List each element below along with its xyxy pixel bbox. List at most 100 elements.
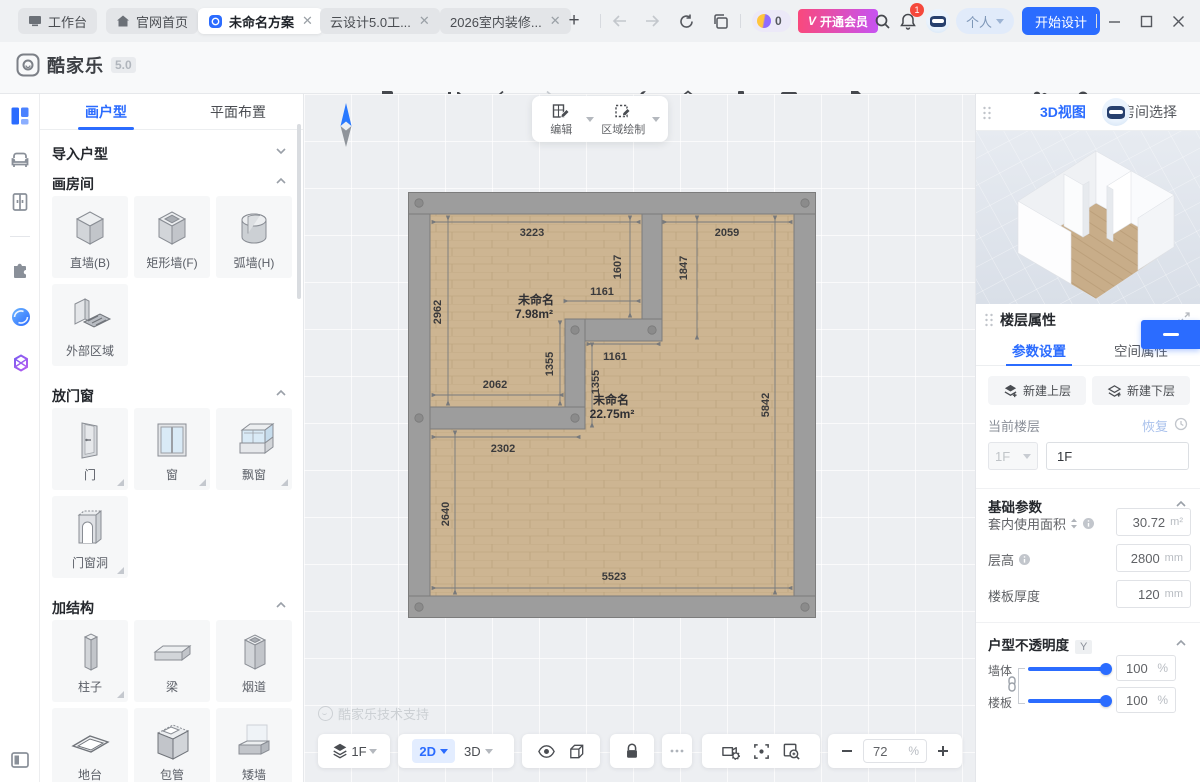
floor-name-field[interactable] xyxy=(1046,442,1189,470)
tool-opening[interactable]: 门窗洞 xyxy=(52,496,128,578)
floor-selector[interactable]: 1F xyxy=(318,734,390,768)
account-menu[interactable]: 个人 xyxy=(956,8,1014,34)
slider-knob[interactable] xyxy=(1100,663,1112,675)
zoom-in-button[interactable] xyxy=(934,738,952,764)
floorplan-mode-icon[interactable] xyxy=(10,106,30,126)
chevron-up-icon[interactable] xyxy=(1176,639,1186,649)
wall-opacity-slider[interactable] xyxy=(1028,667,1106,671)
restore-link[interactable]: 恢复 xyxy=(1142,416,1168,435)
slab-thickness-field[interactable]: mm xyxy=(1116,580,1191,608)
panel-toggle-icon[interactable] xyxy=(10,750,30,770)
info-icon[interactable] xyxy=(1082,517,1095,530)
tool-pipe-wrap[interactable]: 包管 xyxy=(134,708,210,782)
usable-area-field[interactable]: m² xyxy=(1116,508,1191,536)
tool-arc-wall[interactable]: 弧墙(H) xyxy=(216,196,292,278)
new-tab-button[interactable]: + xyxy=(560,8,588,34)
chevron-up-icon[interactable] xyxy=(276,389,286,399)
section-doors-windows[interactable]: 放门窗 xyxy=(52,386,94,406)
new-lower-floor-button[interactable]: 新建下层 xyxy=(1092,376,1190,405)
tool-straight-wall[interactable]: 直墙(B) xyxy=(52,196,128,278)
kujiale-logo[interactable]: 酷家乐 5.0 xyxy=(16,52,136,78)
floorplan-drawing[interactable]: 3223 2059 1607 1847 1161 2962 1355 2062 … xyxy=(408,192,816,618)
furnish-mode-icon[interactable] xyxy=(10,150,30,170)
collapse-flyout-button[interactable] xyxy=(1141,320,1200,349)
plugins-icon[interactable] xyxy=(10,260,30,280)
tab-parameter-settings[interactable]: 参数设置 xyxy=(1012,334,1066,365)
section-import-floorplan[interactable]: 导入户型 xyxy=(52,144,108,164)
close-tab-icon[interactable]: ✕ xyxy=(302,13,313,29)
tool-rect-wall[interactable]: 矩形墙(F) xyxy=(134,196,210,278)
usable-area-input[interactable] xyxy=(1124,514,1167,531)
assistant-avatar[interactable] xyxy=(1102,98,1130,126)
material-sphere-icon[interactable] xyxy=(10,306,30,326)
floor-height-field[interactable]: mm xyxy=(1116,544,1191,572)
zoom-out-button[interactable] xyxy=(838,738,856,764)
chevron-up-icon[interactable] xyxy=(276,601,286,611)
tab-plane-layout[interactable]: 平面布置 xyxy=(172,94,304,130)
section-draw-rooms[interactable]: 画房间 xyxy=(52,174,94,194)
more-tools-handle[interactable] xyxy=(662,734,692,768)
slider-knob[interactable] xyxy=(1100,695,1112,707)
zoom-level-input[interactable] xyxy=(871,743,901,760)
tab-cloud-design[interactable]: 云设计5.0工... ✕ xyxy=(320,8,440,34)
drag-handle-icon[interactable] xyxy=(982,106,992,120)
nav-forward-icon[interactable] xyxy=(642,11,662,31)
nav-back-icon[interactable] xyxy=(610,11,630,31)
chevron-down-icon[interactable] xyxy=(586,117,594,122)
zoom-area-icon[interactable] xyxy=(777,738,805,764)
slab-opacity-input[interactable] xyxy=(1124,692,1157,709)
floorplan-canvas[interactable]: 编辑 区域绘制 xyxy=(304,94,975,782)
copy-page-icon[interactable] xyxy=(710,11,730,31)
slab-opacity-field[interactable]: % xyxy=(1116,687,1176,713)
3d-preview[interactable] xyxy=(976,131,1200,304)
new-upper-floor-button[interactable]: 新建上层 xyxy=(988,376,1086,405)
tool-beam[interactable]: 梁 xyxy=(134,620,210,702)
start-design-button[interactable]: 开始设计 xyxy=(1022,7,1100,35)
floor-name-input[interactable] xyxy=(1055,448,1180,465)
window-maximize-button[interactable] xyxy=(1136,11,1156,31)
mode-2d-button[interactable]: 2D xyxy=(412,739,455,763)
focus-center-icon[interactable] xyxy=(747,738,775,764)
camera-settings-icon[interactable] xyxy=(717,738,745,764)
wall-opacity-input[interactable] xyxy=(1124,660,1157,677)
floor-height-input[interactable] xyxy=(1124,550,1162,567)
tab-homepage[interactable]: 官网首页 xyxy=(106,8,198,34)
tab-workbench[interactable]: 工作台 xyxy=(18,8,97,34)
tab-draw-floorplan[interactable]: 画户型 xyxy=(40,94,172,130)
tool-column[interactable]: 柱子 xyxy=(52,620,128,702)
chevron-up-icon[interactable] xyxy=(276,177,286,187)
visibility-eye-icon[interactable] xyxy=(532,738,560,764)
tool-window[interactable]: 窗 xyxy=(134,408,210,490)
floor-select[interactable]: 1F xyxy=(988,442,1038,470)
tab-unnamed-plan[interactable]: 未命名方案 ✕ xyxy=(198,8,323,34)
drag-handle-icon[interactable] xyxy=(984,313,994,327)
chevron-down-icon[interactable] xyxy=(652,117,660,122)
tab-3d-view[interactable]: 3D视图 xyxy=(1040,94,1086,130)
mode-3d-button[interactable]: 3D xyxy=(457,739,500,763)
coin-balance[interactable]: 0 xyxy=(752,10,791,32)
panel-scrollbar[interactable] xyxy=(297,124,301,299)
north-compass-icon[interactable] xyxy=(338,102,354,148)
tool-platform[interactable]: 地台 xyxy=(52,708,128,782)
section-add-structure[interactable]: 加结构 xyxy=(52,598,94,618)
info-icon[interactable] xyxy=(1018,553,1031,566)
cube-view-icon[interactable] xyxy=(562,738,590,764)
tab-2026-interior[interactable]: 2026室内装修... ✕ xyxy=(440,8,571,34)
chevron-down-icon[interactable] xyxy=(276,147,286,157)
tool-outdoor-area[interactable]: 外部区域 xyxy=(52,284,128,366)
history-clock-icon[interactable] xyxy=(1174,417,1188,431)
tool-bay-window[interactable]: 飘窗 xyxy=(216,408,292,490)
vip-upgrade-button[interactable]: V 开通会员 xyxy=(798,9,878,33)
slab-opacity-slider[interactable] xyxy=(1028,699,1106,703)
link-sliders-icon[interactable] xyxy=(1006,676,1018,692)
refresh-icon[interactable] xyxy=(676,11,696,31)
search-icon[interactable] xyxy=(872,11,892,31)
wall-opacity-field[interactable]: % xyxy=(1116,655,1176,681)
zoom-level-field[interactable]: % xyxy=(863,739,927,763)
edit-tool[interactable]: 编辑 xyxy=(540,102,582,137)
window-close-button[interactable] xyxy=(1168,11,1188,31)
window-minimize-button[interactable] xyxy=(1104,11,1124,31)
sort-arrows-icon[interactable] xyxy=(1070,518,1078,529)
tool-flue[interactable]: 烟道 xyxy=(216,620,292,702)
tool-low-wall[interactable]: 矮墙 xyxy=(216,708,292,782)
